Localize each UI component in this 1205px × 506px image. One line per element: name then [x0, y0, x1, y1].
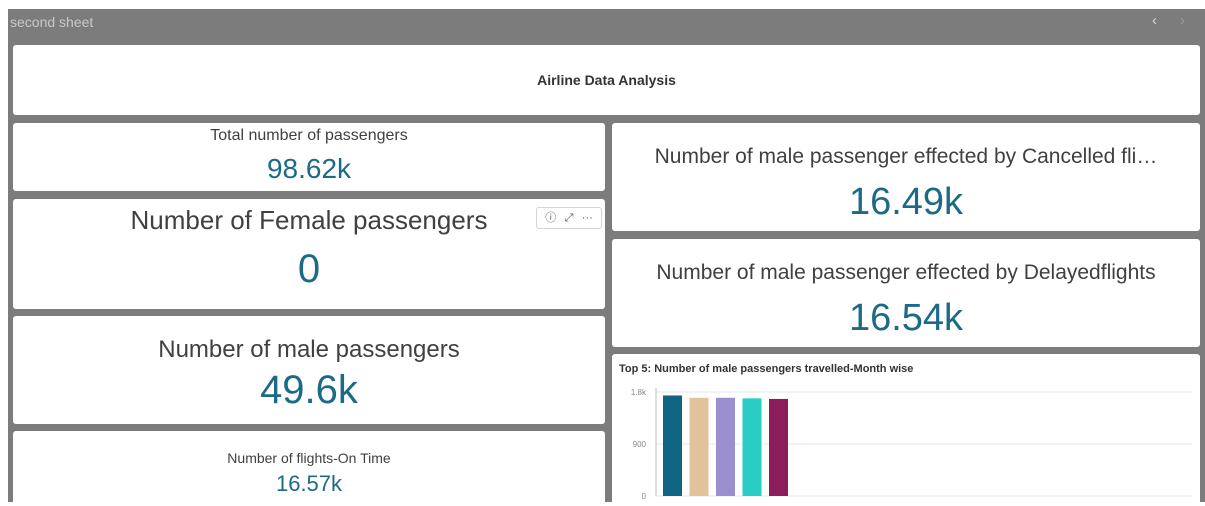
sheet-panel: second sheet ‹ › Airline Data Analysis T…: [8, 9, 1205, 506]
sheet-title: second sheet: [10, 14, 94, 30]
kpi-value: 0: [297, 247, 321, 291]
kpi-value: 16.54k: [848, 297, 964, 339]
bar-2[interactable]: [689, 397, 709, 496]
chart-card[interactable]: Top 5: Number of male passengers travell…: [612, 354, 1200, 506]
kpi-value: 49.6k: [260, 368, 358, 412]
y-tick-label: 0: [642, 492, 647, 501]
bar-3[interactable]: [716, 397, 735, 496]
kpi-value: 16.57k: [275, 471, 343, 496]
previous-sheet-button[interactable]: ‹: [1152, 12, 1157, 30]
kpi-flights-on-time[interactable]: Number of flights-On Time 16.57k: [13, 431, 605, 506]
kpi-male-passengers[interactable]: Number of male passengers 49.6k: [13, 316, 605, 424]
kpi-total-passengers[interactable]: Total number of passengers 98.62k: [13, 123, 605, 191]
object-toolbar: ⓘ ⤢ ···: [536, 207, 602, 229]
kpi-value: 98.62k: [266, 153, 352, 184]
kpi-value: 16.49k: [848, 181, 964, 223]
bar-chart: 0 900 1.8k: [631, 388, 1192, 501]
kpi-label: Number of male passenger effected by Can…: [654, 145, 1158, 168]
bar-5[interactable]: [769, 398, 788, 496]
more-icon[interactable]: ···: [582, 211, 593, 225]
bar-1[interactable]: [663, 395, 682, 496]
header-card: Airline Data Analysis: [13, 45, 1200, 115]
kpi-label: Number of flights-On Time: [227, 450, 391, 466]
info-icon[interactable]: ⓘ: [545, 211, 556, 225]
dashboard-title: Airline Data Analysis: [537, 72, 676, 88]
next-sheet-button[interactable]: ›: [1180, 12, 1185, 30]
y-tick-label: 900: [633, 440, 647, 449]
kpi-male-delayed[interactable]: Number of male passenger effected by Del…: [612, 239, 1200, 347]
kpi-female-passengers[interactable]: Number of Female passengers 0 ⓘ ⤢ ···: [13, 199, 605, 309]
y-tick-label: 1.8k: [631, 388, 647, 397]
expand-icon[interactable]: ⤢: [565, 211, 574, 225]
bar-4[interactable]: [742, 398, 762, 496]
kpi-label: Number of Female passengers: [130, 205, 488, 235]
kpi-label: Number of male passenger effected by Del…: [656, 261, 1156, 284]
kpi-label: Total number of passengers: [210, 127, 408, 144]
kpi-male-cancelled[interactable]: Number of male passenger effected by Can…: [612, 123, 1200, 231]
kpi-label: Number of male passengers: [158, 336, 460, 363]
